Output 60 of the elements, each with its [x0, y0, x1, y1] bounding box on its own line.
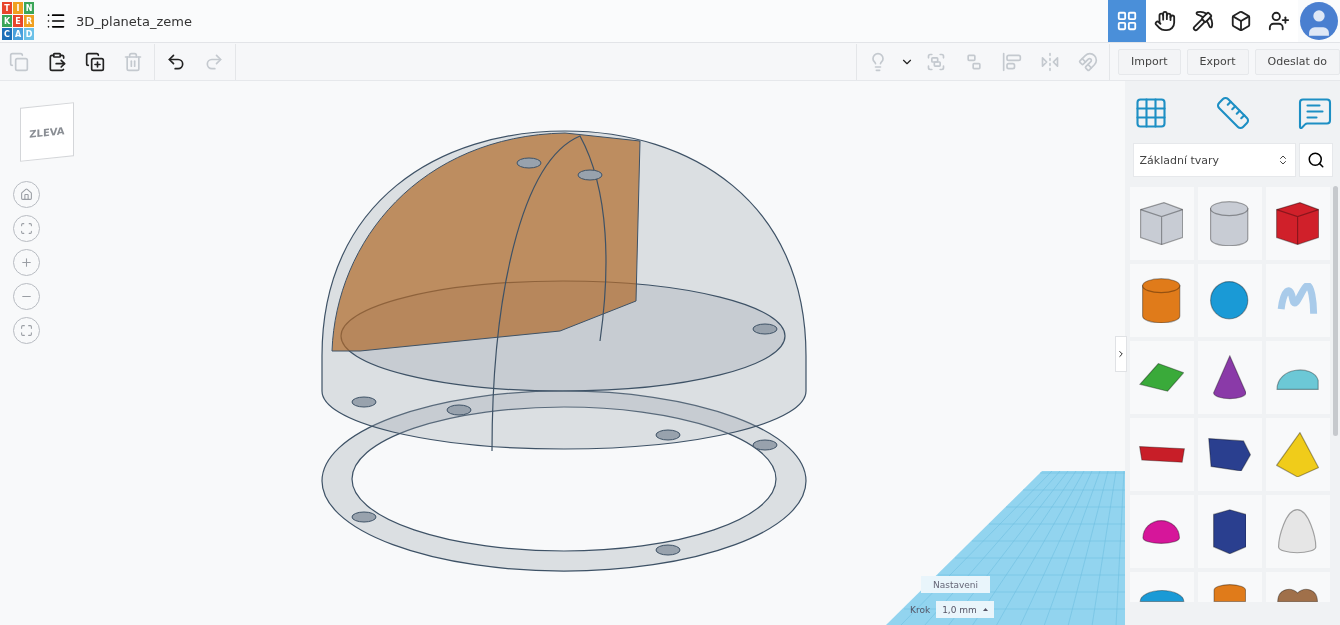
zoom-in-view-button[interactable]	[13, 249, 40, 276]
shape-tile[interactable]	[1129, 187, 1194, 260]
chevron-right-icon	[1116, 349, 1126, 359]
pickaxe-icon	[1192, 10, 1214, 32]
shape-tile[interactable]	[1197, 264, 1262, 337]
ruler-icon	[1214, 95, 1251, 131]
shape-tile[interactable]	[1129, 264, 1194, 337]
mirror-icon	[1040, 51, 1060, 72]
shape-tile[interactable]	[1197, 187, 1262, 260]
shape-tile[interactable]	[1265, 187, 1330, 260]
shape-tile[interactable]	[1265, 572, 1330, 602]
home-view-button[interactable]	[13, 181, 40, 208]
shape-tile[interactable]	[1197, 341, 1262, 414]
design-title[interactable]: 3D_planeta_zeme	[76, 13, 192, 29]
toolbar-text-button[interactable]: Export	[1186, 48, 1249, 75]
hand-icon	[1154, 10, 1176, 32]
shape-tile[interactable]	[1129, 572, 1194, 602]
step-dropdown[interactable]: 1,0 mm	[936, 601, 994, 618]
settings-button[interactable]: Nastaveni	[921, 576, 991, 593]
fit-icon	[20, 222, 33, 235]
shape-tile[interactable]	[1129, 495, 1194, 568]
zoom-in-icon	[20, 256, 33, 269]
shape-tile[interactable]	[1265, 341, 1330, 414]
shape-tile[interactable]	[1197, 418, 1262, 491]
shape-tile[interactable]	[1265, 418, 1330, 491]
grid-icon	[1116, 10, 1138, 32]
search-icon	[1306, 151, 1325, 169]
search-button[interactable]	[1298, 143, 1333, 177]
shape-tile[interactable]	[1197, 572, 1262, 602]
ortho-icon	[20, 324, 33, 337]
home-icon	[20, 188, 33, 201]
fit-view-button[interactable]	[13, 215, 40, 242]
duplicate-icon	[85, 51, 105, 72]
list-icon[interactable]	[46, 11, 66, 31]
undo-icon	[166, 51, 186, 72]
group-icon	[926, 51, 946, 72]
notes-icon	[1296, 95, 1333, 131]
paste-icon	[47, 51, 67, 72]
add-user-icon	[1268, 10, 1290, 32]
ortho-view-button[interactable]	[13, 317, 40, 344]
hand-button[interactable]	[1146, 0, 1184, 42]
toolbar-text-button[interactable]: Import	[1118, 48, 1181, 75]
shape-tile[interactable]	[1129, 341, 1194, 414]
category-label: Základní tvary	[1139, 153, 1220, 167]
copy-icon	[9, 51, 29, 72]
shape-tile[interactable]	[1129, 418, 1194, 491]
toolbar-text-button[interactable]: Odeslat do	[1254, 48, 1340, 75]
add-user-button[interactable]	[1260, 0, 1298, 42]
shape-tile[interactable]	[1197, 495, 1262, 568]
shape-tile[interactable]	[1265, 495, 1330, 568]
delete-icon	[123, 51, 143, 72]
avatar-icon[interactable]	[1300, 2, 1338, 40]
category-select[interactable]: Základní tvary	[1132, 143, 1296, 177]
zoom-out-view-button[interactable]	[13, 283, 40, 310]
redo-icon	[204, 51, 224, 72]
shape-tile[interactable]	[1265, 264, 1330, 337]
caret-up-icon	[982, 608, 988, 611]
step-label: Krok	[910, 604, 931, 615]
magnet-icon	[1078, 51, 1098, 72]
align-icon	[1002, 51, 1022, 72]
